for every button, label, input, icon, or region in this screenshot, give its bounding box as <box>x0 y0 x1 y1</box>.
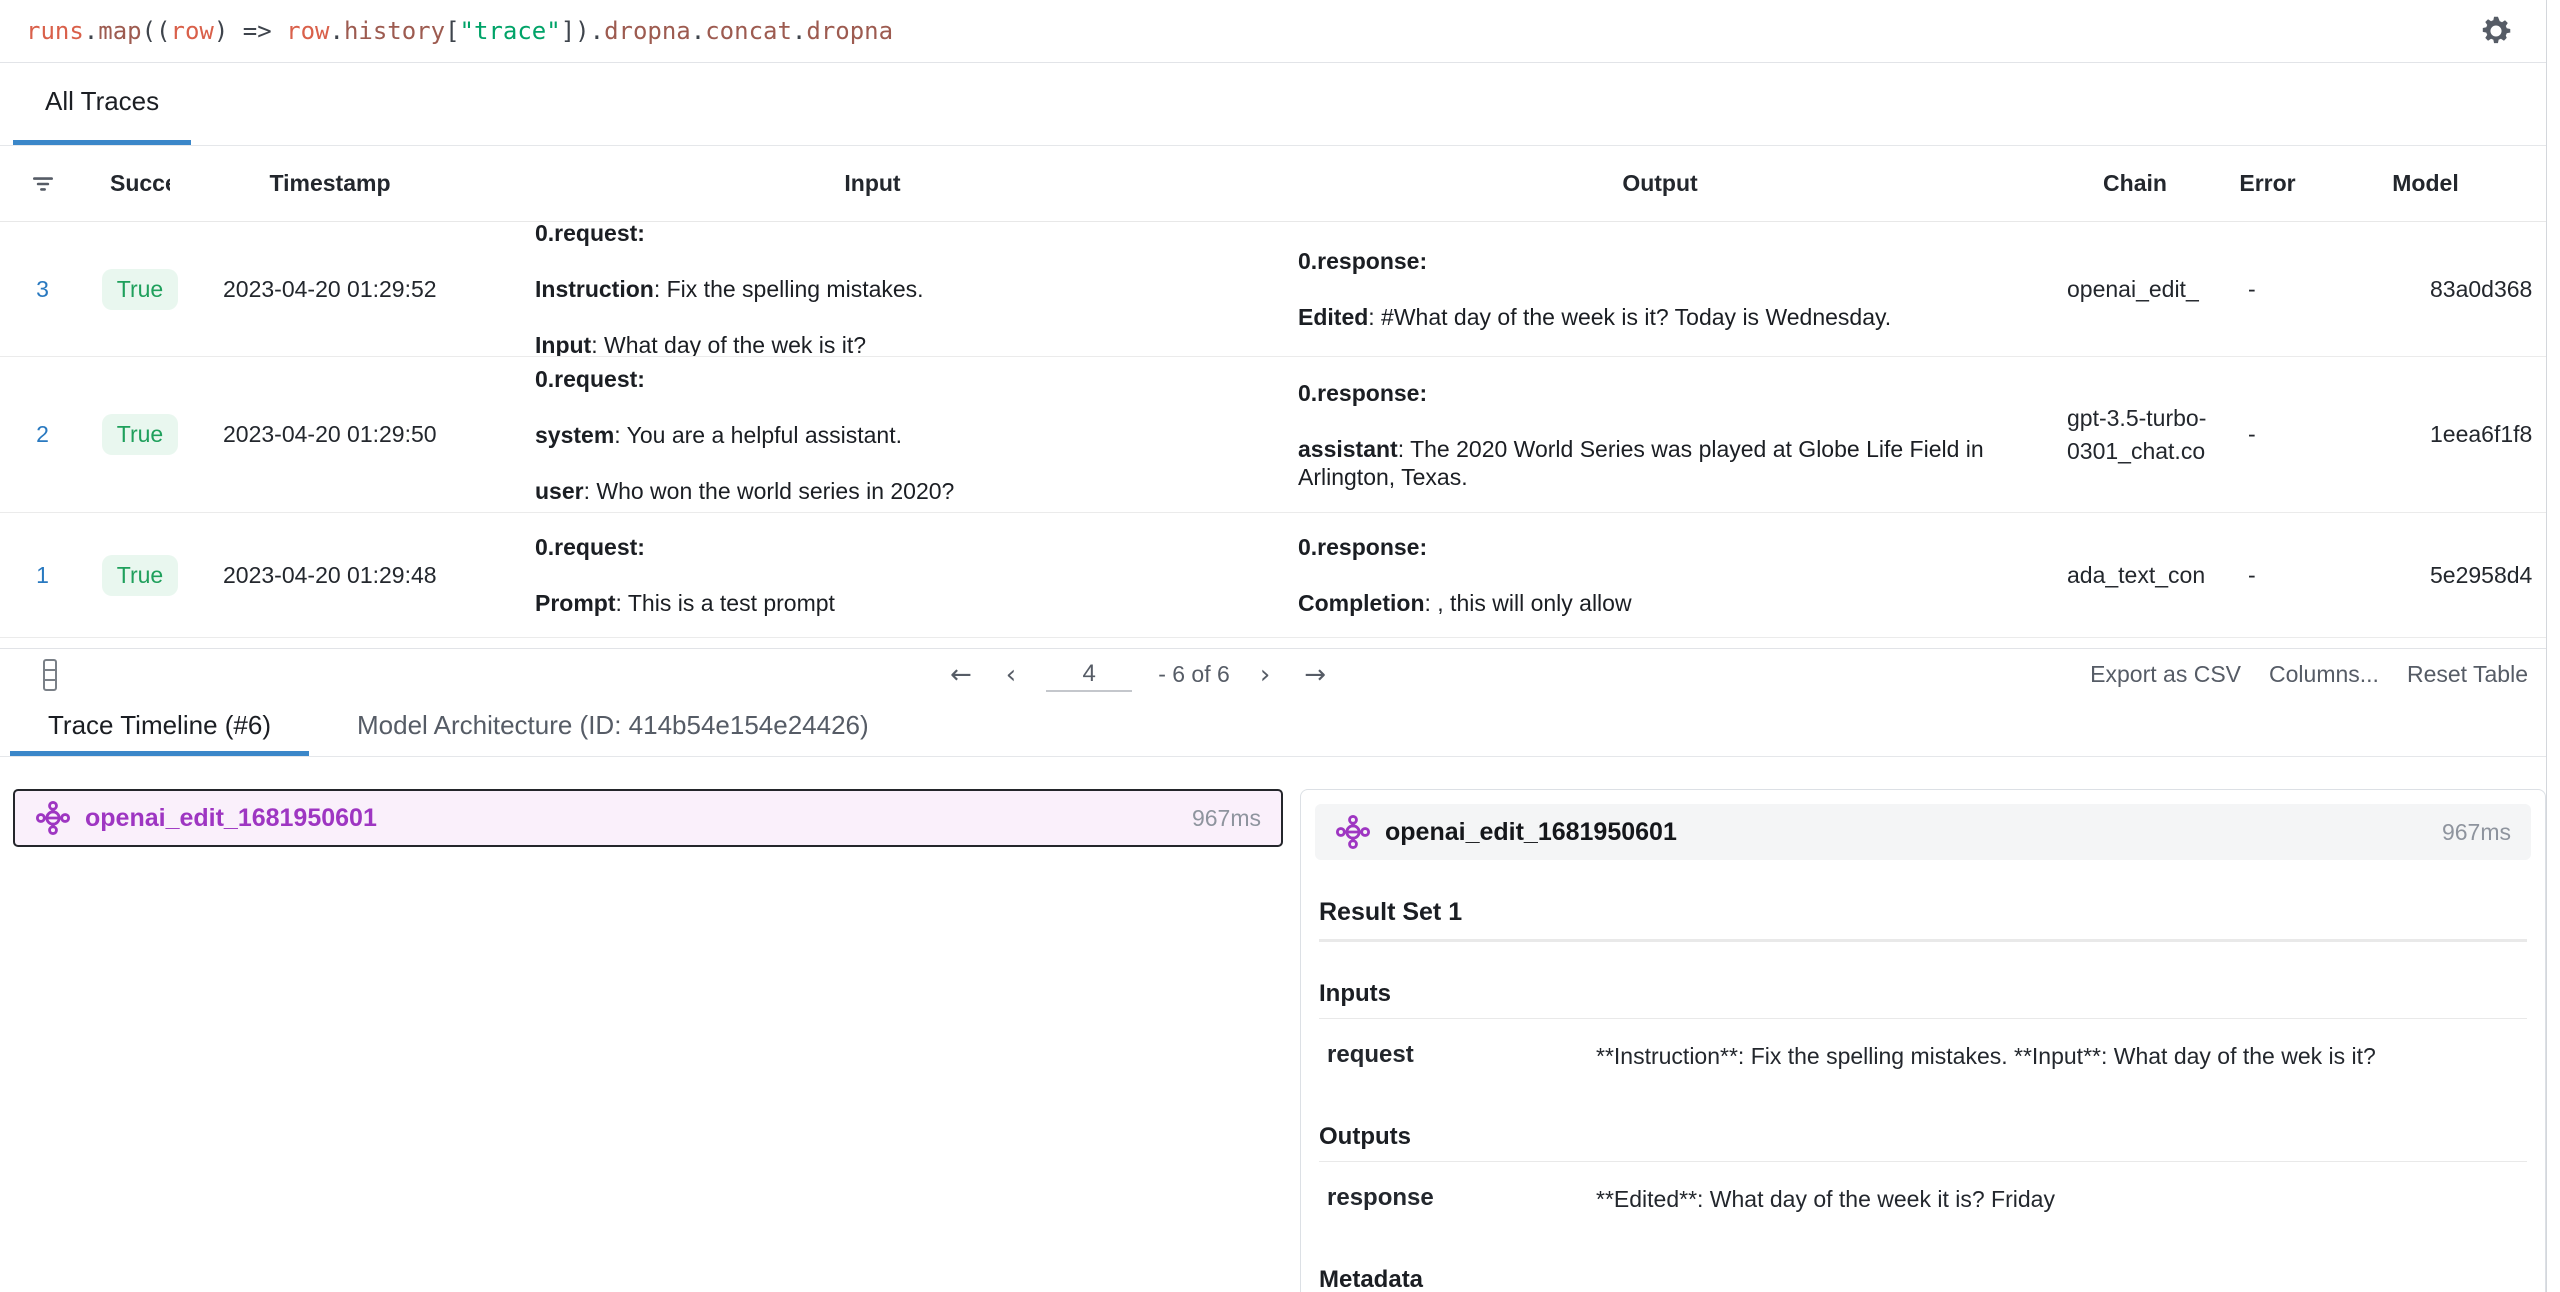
tab-all-traces[interactable]: All Traces <box>13 63 191 145</box>
next-page-button[interactable]: › <box>1256 660 1274 690</box>
query-bar: runs.map((row) => row.history["trace"]).… <box>0 0 2546 63</box>
span-detail-body: Result Set 1 Inputs request**Instruction*… <box>1301 898 2545 1292</box>
column-header-model[interactable]: Model <box>2305 170 2546 197</box>
table-header: Success Timestamp Input Output Chain Err… <box>0 146 2546 222</box>
chain-cell: ada_text_con <box>2040 559 2230 592</box>
section-title: Outputs <box>1319 1123 2527 1151</box>
table-actions: Export as CSV Columns... Reset Table <box>2090 649 2528 700</box>
kv-row: response**Edited**: What day of the week… <box>1319 1162 2527 1242</box>
kv-value: **Instruction**: Fix the spelling mistak… <box>1596 1035 2527 1071</box>
page-number-input[interactable] <box>1046 658 1132 692</box>
filter-icon <box>30 171 56 197</box>
table-row[interactable]: 1 True 2023-04-20 01:29:480.request:Prompt… <box>0 513 2546 638</box>
detail-tabbar: Trace Timeline (#6) Model Architecture (… <box>0 700 2546 757</box>
output-cell: 0.response:assistant: The 2020 World Ser… <box>1280 357 2040 512</box>
error-cell: - <box>2230 276 2305 303</box>
timeline-pane: openai_edit_1681950601 967ms <box>0 757 1300 1292</box>
input-cell: 0.request:system: You are a helpful assi… <box>465 357 1280 512</box>
span-duration: 967ms <box>1192 805 1261 832</box>
kv-key: request <box>1327 1035 1596 1071</box>
row-index-link[interactable]: 2 <box>36 421 49 448</box>
detail-span-duration: 967ms <box>2442 819 2511 846</box>
chain-cell: gpt-3.5-turbo-0301_chat.co <box>2040 402 2230 468</box>
pagination-controls: ← ‹ - 6 of 6 › → <box>946 649 1330 700</box>
chain-cell: openai_edit_ <box>2040 273 2230 306</box>
settings-button[interactable] <box>2476 11 2516 51</box>
table-row[interactable]: 2 True 2023-04-20 01:29:500.request:system… <box>0 357 2546 513</box>
table-footer-gap <box>0 638 2546 648</box>
timestamp-cell: 2023-04-20 01:29:50 <box>195 421 465 448</box>
column-header-timestamp[interactable]: Timestamp <box>195 170 465 197</box>
model-cell: 1eea6f1f8 <box>2305 421 2546 448</box>
columns-button[interactable]: Columns... <box>2269 661 2379 688</box>
kv-value: **Edited**: What day of the week it is? … <box>1596 1178 2527 1214</box>
column-header-chain[interactable]: Chain <box>2040 170 2230 197</box>
tab-trace-timeline[interactable]: Trace Timeline (#6) <box>10 700 309 756</box>
gear-icon <box>2478 13 2514 49</box>
tab-all-traces-label: All Traces <box>45 86 159 117</box>
table-body: 3 True 2023-04-20 01:29:520.request:Instru… <box>0 222 2546 638</box>
span-detail-header: openai_edit_1681950601 967ms <box>1315 804 2531 860</box>
output-cell: 0.response:Edited: #What day of the week… <box>1280 222 2040 356</box>
output-cell: 0.response:Completion: , this will only … <box>1280 513 2040 637</box>
chain-icon <box>35 800 71 836</box>
success-badge: True <box>102 414 178 455</box>
first-page-button[interactable]: ← <box>946 660 976 690</box>
timestamp-cell: 2023-04-20 01:29:48 <box>195 562 465 589</box>
query-expression[interactable]: runs.map((row) => row.history["trace"]).… <box>0 17 893 45</box>
row-index-link[interactable]: 1 <box>36 562 49 589</box>
input-cell: 0.request:Instruction: Fix the spelling … <box>465 222 1280 356</box>
section-title: Inputs <box>1319 980 2527 1008</box>
input-cell: 0.request:Prompt: This is a test prompt <box>465 513 1280 637</box>
filter-button[interactable] <box>0 171 85 197</box>
span-name: openai_edit_1681950601 <box>85 804 377 833</box>
column-header-success[interactable]: Success <box>85 170 195 197</box>
timestamp-cell: 2023-04-20 01:29:52 <box>195 276 465 303</box>
span-detail-panel: openai_edit_1681950601 967ms Result Set … <box>1300 789 2546 1292</box>
reset-table-button[interactable]: Reset Table <box>2407 661 2528 688</box>
column-header-error[interactable]: Error <box>2230 170 2305 197</box>
export-csv-button[interactable]: Export as CSV <box>2090 661 2241 688</box>
kv-row: request**Instruction**: Fix the spelling… <box>1319 1019 2527 1099</box>
app-window: runs.map((row) => row.history["trace"]).… <box>0 0 2547 1292</box>
table-row[interactable]: 3 True 2023-04-20 01:29:520.request:Instru… <box>0 222 2546 357</box>
pagination-bar: ← ‹ - 6 of 6 › → Export as CSV Columns..… <box>0 648 2546 700</box>
page-range-label: - 6 of 6 <box>1158 661 1230 688</box>
error-cell: - <box>2230 562 2305 589</box>
table-icon <box>42 658 59 692</box>
result-set-title: Result Set 1 <box>1319 898 2527 927</box>
timeline-span-openai-edit[interactable]: openai_edit_1681950601 967ms <box>13 789 1283 847</box>
panel-sections: Inputs request**Instruction**: Fix the sp… <box>1319 980 2527 1292</box>
success-badge: True <box>102 555 178 596</box>
detail-span-name: openai_edit_1681950601 <box>1385 818 1677 847</box>
success-badge: True <box>102 269 178 310</box>
column-header-output[interactable]: Output <box>1280 170 2040 197</box>
row-index-link[interactable]: 3 <box>36 276 49 303</box>
kv-key: response <box>1327 1178 1596 1214</box>
model-cell: 5e2958d4 <box>2305 562 2546 589</box>
divider <box>1319 939 2527 942</box>
traces-tabbar: All Traces <box>0 63 2546 146</box>
section-title: Metadata <box>1319 1266 2527 1292</box>
tab-model-architecture[interactable]: Model Architecture (ID: 414b54e154e24426… <box>319 700 907 756</box>
error-cell: - <box>2230 421 2305 448</box>
column-header-input[interactable]: Input <box>465 170 1280 197</box>
last-page-button[interactable]: → <box>1300 660 1330 690</box>
chain-icon <box>1335 814 1371 850</box>
trace-detail-area: openai_edit_1681950601 967ms <box>0 757 2546 1292</box>
prev-page-button[interactable]: ‹ <box>1002 660 1020 690</box>
model-cell: 83a0d368 <box>2305 276 2546 303</box>
